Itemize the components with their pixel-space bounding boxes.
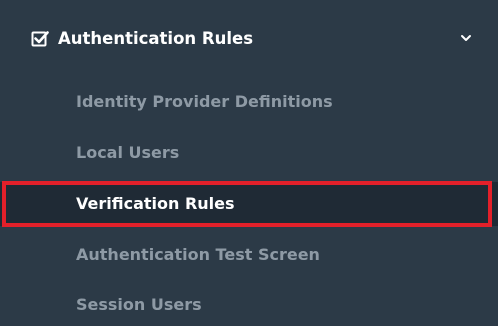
section-title: Authentication Rules (58, 29, 254, 48)
menu-item-label: Authentication Test Screen (76, 245, 320, 264)
menu-item-label: Local Users (76, 143, 180, 162)
menu-item-session-users[interactable]: Session Users (0, 283, 498, 326)
menu-item-authentication-test-screen[interactable]: Authentication Test Screen (0, 233, 498, 277)
menu-item-label: Identity Provider Definitions (76, 92, 333, 111)
checkbox-checked-icon (31, 31, 49, 47)
menu-item-identity-provider-definitions[interactable]: Identity Provider Definitions (0, 80, 498, 124)
authentication-rules-section-toggle[interactable]: Authentication Rules (0, 14, 498, 64)
menu-item-local-users[interactable]: Local Users (0, 131, 498, 175)
sidebar-menu: Authentication Rules Identity Provider D… (0, 0, 498, 326)
menu-item-label: Verification Rules (76, 194, 235, 213)
chevron-down-icon (461, 35, 471, 41)
menu-item-label: Session Users (76, 295, 202, 314)
menu-item-verification-rules[interactable]: Verification Rules (0, 182, 498, 226)
